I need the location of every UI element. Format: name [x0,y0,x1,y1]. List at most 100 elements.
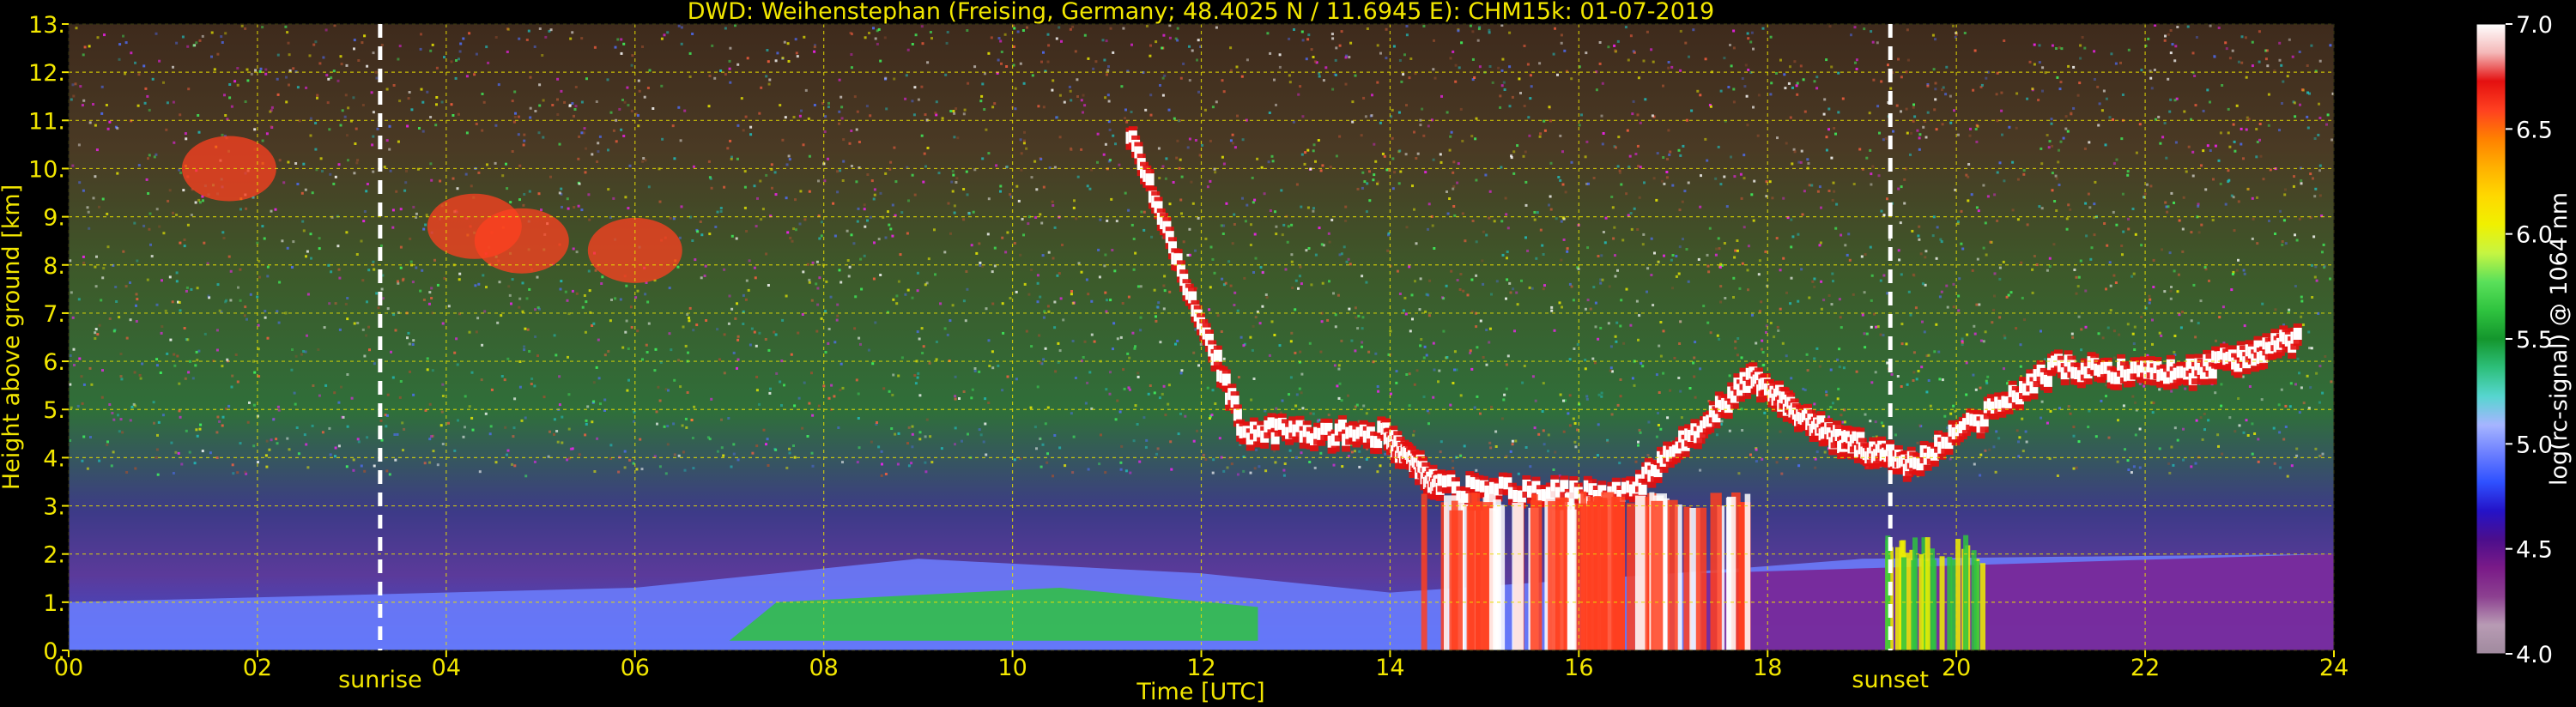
noise-speck [136,298,139,301]
noise-speck [1880,209,1883,213]
noise-speck [615,140,618,143]
noise-speck [709,177,712,180]
noise-speck [1799,64,1803,68]
noise-speck [1650,274,1653,276]
noise-speck [1397,182,1401,185]
noise-speck [1385,27,1388,31]
noise-speck [856,220,859,223]
noise-speck [736,124,740,127]
noise-speck [78,181,82,184]
noise-speck [2088,206,2092,209]
noise-speck [560,280,563,283]
noise-speck [1843,420,1846,424]
noise-speck [264,316,267,319]
noise-speck [1900,342,1904,346]
noise-speck [1757,94,1761,97]
noise-speck [1419,277,1422,281]
noise-speck [121,431,124,434]
noise-speck [198,201,202,204]
noise-speck [1350,339,1354,342]
noise-speck [533,384,536,388]
noise-speck [119,418,123,421]
noise-speck [1524,446,1528,449]
noise-speck [1058,26,1061,29]
noise-speck [533,460,536,463]
noise-speck [1666,158,1669,160]
noise-speck [133,221,136,225]
noise-speck [332,69,336,73]
noise-speck [1439,450,1442,454]
noise-speck [1584,155,1587,159]
noise-speck [1781,341,1785,345]
noise-speck [549,28,553,32]
noise-speck [895,302,899,305]
noise-speck [2209,149,2212,152]
noise-speck [155,358,159,361]
noise-speck [1116,337,1119,341]
noise-speck [727,322,730,325]
noise-speck [1835,202,1839,206]
noise-speck [1739,172,1743,176]
noise-speck [485,45,488,49]
noise-speck [2056,474,2059,477]
noise-speck [1631,377,1634,380]
noise-speck [1253,233,1257,236]
noise-speck [309,134,312,137]
noise-speck [345,465,349,468]
noise-speck [723,268,726,271]
noise-speck [808,281,811,284]
noise-speck [1918,238,1921,241]
noise-speck [1585,51,1588,55]
noise-speck [1283,462,1287,465]
noise-speck [626,389,629,392]
noise-speck [395,190,398,193]
noise-speck [1919,252,1923,256]
noise-speck [810,372,813,375]
noise-speck [816,303,820,306]
noise-speck [1259,266,1263,269]
noise-speck [443,56,445,59]
noise-speck [2176,26,2179,28]
noise-speck [900,211,904,215]
noise-speck [966,287,969,291]
noise-speck [2109,284,2112,287]
noise-speck [494,161,497,165]
cloud-core [1233,408,1242,421]
noise-speck [71,164,75,167]
noise-speck [187,88,191,91]
noise-speck [1965,361,1968,365]
noise-speck [520,419,524,422]
noise-speck [895,294,899,298]
noise-speck [610,299,613,301]
noise-speck [1931,234,1935,238]
noise-speck [1752,219,1755,222]
noise-speck [1260,166,1264,169]
noise-speck [792,444,795,447]
noise-speck [783,40,786,44]
noise-speck [1381,152,1385,155]
noise-speck [1274,461,1277,464]
noise-speck [386,307,390,311]
noise-speck [100,299,103,302]
noise-speck [1797,233,1800,236]
noise-speck [2246,434,2250,437]
noise-speck [2190,231,2193,234]
noise-speck [1347,257,1350,261]
noise-speck [1415,369,1419,372]
noise-speck [944,73,948,76]
noise-speck [411,343,415,346]
noise-speck [2101,336,2105,340]
noise-speck [846,259,850,262]
noise-speck [1298,387,1301,390]
noise-speck [303,433,306,437]
noise-speck [1039,437,1042,440]
noise-speck [2176,290,2179,293]
noise-speck [1053,166,1057,169]
noise-speck [330,270,333,274]
noise-speck [1398,59,1402,62]
noise-speck [2080,328,2083,331]
noise-speck [2318,365,2322,368]
noise-speck [2288,38,2291,41]
noise-speck [1105,388,1108,391]
noise-speck [1620,299,1623,302]
